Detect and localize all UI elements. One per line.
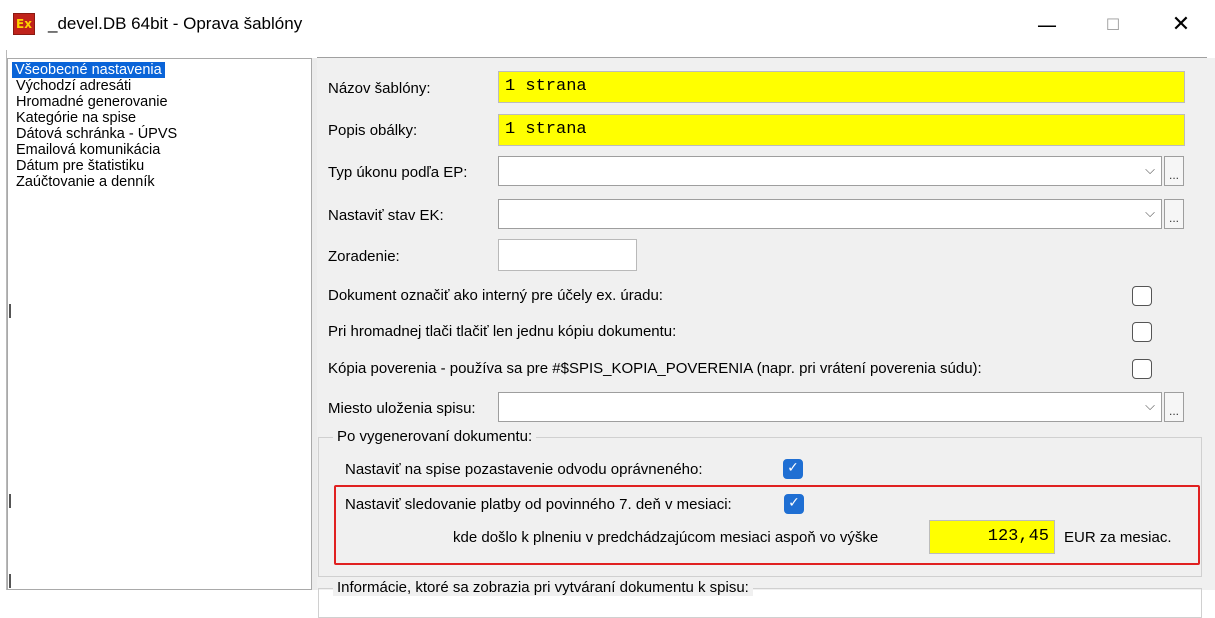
single-copy-checkbox[interactable] xyxy=(1132,322,1152,342)
storage-label: Miesto uloženia spisu: xyxy=(328,400,476,417)
nav-item-data-box[interactable]: Dátová schránka - ÚPVS xyxy=(13,126,180,142)
settings-nav-list[interactable]: Všeobecné nastavenia Východzí adresáti H… xyxy=(7,58,312,590)
chevron-down-icon: ⌵ xyxy=(1145,206,1155,221)
ordering-input[interactable] xyxy=(498,239,637,271)
scroll-marker xyxy=(9,494,11,508)
ek-state-combo[interactable]: ⌵ xyxy=(498,199,1162,229)
template-name-input[interactable]: 1 strana xyxy=(498,71,1185,103)
after-generation-title: Po vygenerovaní dokumentu: xyxy=(333,428,537,445)
nav-item-statistics-date[interactable]: Dátum pre štatistiku xyxy=(13,158,147,174)
authorization-copy-label: Kópia poverenia - používa sa pre #$SPIS_… xyxy=(328,360,982,377)
suspend-transfer-label: Nastaviť na spise pozastavenie odvodu op… xyxy=(345,461,703,478)
scroll-marker xyxy=(9,304,11,318)
storage-browse-button[interactable]: ... xyxy=(1164,392,1184,422)
nav-item-accounting[interactable]: Zaúčtovanie a denník xyxy=(13,174,158,190)
window-title: _devel.DB 64bit - Oprava šablóny xyxy=(48,14,303,33)
ek-state-label: Nastaviť stav EK: xyxy=(328,207,444,224)
action-type-browse-button[interactable]: ... xyxy=(1164,156,1184,186)
nav-item-general[interactable]: Všeobecné nastavenia xyxy=(12,62,165,78)
scroll-marker xyxy=(9,574,11,588)
template-name-label: Názov šablóny: xyxy=(328,80,431,97)
internal-doc-checkbox[interactable] xyxy=(1132,286,1152,306)
action-type-combo[interactable]: ⌵ xyxy=(498,156,1162,186)
close-button[interactable]: ✕ xyxy=(1158,8,1204,42)
payment-tracking-label: Nastaviť sledovanie platby od povinného … xyxy=(345,496,732,513)
maximize-button[interactable]: ☐ xyxy=(1090,8,1136,42)
single-copy-label: Pri hromadnej tlači tlačiť len jednu kóp… xyxy=(328,323,677,340)
nav-item-file-categories[interactable]: Kategórie na spise xyxy=(13,110,139,126)
ek-state-browse-button[interactable]: ... xyxy=(1164,199,1184,229)
storage-combo[interactable]: ⌵ xyxy=(498,392,1162,422)
envelope-label: Popis obálky: xyxy=(328,122,418,139)
ordering-label: Zoradenie: xyxy=(328,248,400,265)
nav-item-default-recipients[interactable]: Východzí adresáti xyxy=(13,78,134,94)
chevron-down-icon: ⌵ xyxy=(1145,163,1155,178)
envelope-input[interactable]: 1 strana xyxy=(498,114,1185,146)
threshold-suffix-label: EUR za mesiac. xyxy=(1064,529,1172,546)
threshold-amount-input[interactable]: 123,45 xyxy=(929,520,1055,554)
nav-item-bulk-generation[interactable]: Hromadné generovanie xyxy=(13,94,171,110)
authorization-copy-checkbox[interactable] xyxy=(1132,359,1152,379)
nav-item-email[interactable]: Emailová komunikácia xyxy=(13,142,163,158)
suspend-transfer-checkbox[interactable]: ✓ xyxy=(783,459,803,479)
chevron-down-icon: ⌵ xyxy=(1145,399,1155,414)
info-group-title: Informácie, ktoré sa zobrazia pri vytvár… xyxy=(333,579,753,596)
app-icon: Ex xyxy=(13,13,35,35)
action-type-label: Typ úkonu podľa EP: xyxy=(328,164,468,181)
payment-tracking-checkbox[interactable]: ✓ xyxy=(784,494,804,514)
internal-doc-label: Dokument označiť ako interný pre účely e… xyxy=(328,287,663,304)
content-border xyxy=(317,57,1207,58)
minimize-button[interactable]: — xyxy=(1024,8,1070,42)
threshold-prefix-label: kde došlo k plneniu v predchádzajúcom me… xyxy=(453,529,879,546)
